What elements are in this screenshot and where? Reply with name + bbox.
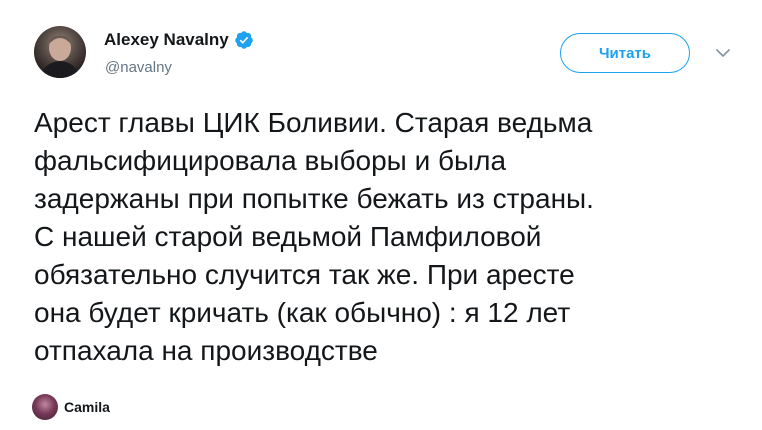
verified-badge-icon <box>234 30 254 50</box>
attribution-user[interactable]: Camila <box>32 394 110 420</box>
author-avatar[interactable] <box>34 26 86 78</box>
user-avatar[interactable] <box>32 394 58 420</box>
tweet-card: Alexey Navalny @navalny Читать Арест гла… <box>0 0 762 430</box>
chevron-down-icon[interactable] <box>714 46 732 60</box>
follow-button[interactable]: Читать <box>560 33 690 73</box>
user-name[interactable]: Camila <box>64 399 110 415</box>
author-name-text[interactable]: Alexey Navalny <box>104 30 229 50</box>
author-name[interactable]: Alexey Navalny <box>104 30 254 50</box>
tweet-text: Арест главы ЦИК Боливии. Старая ведьма ф… <box>34 107 594 366</box>
author-handle[interactable]: @navalny <box>105 59 172 76</box>
